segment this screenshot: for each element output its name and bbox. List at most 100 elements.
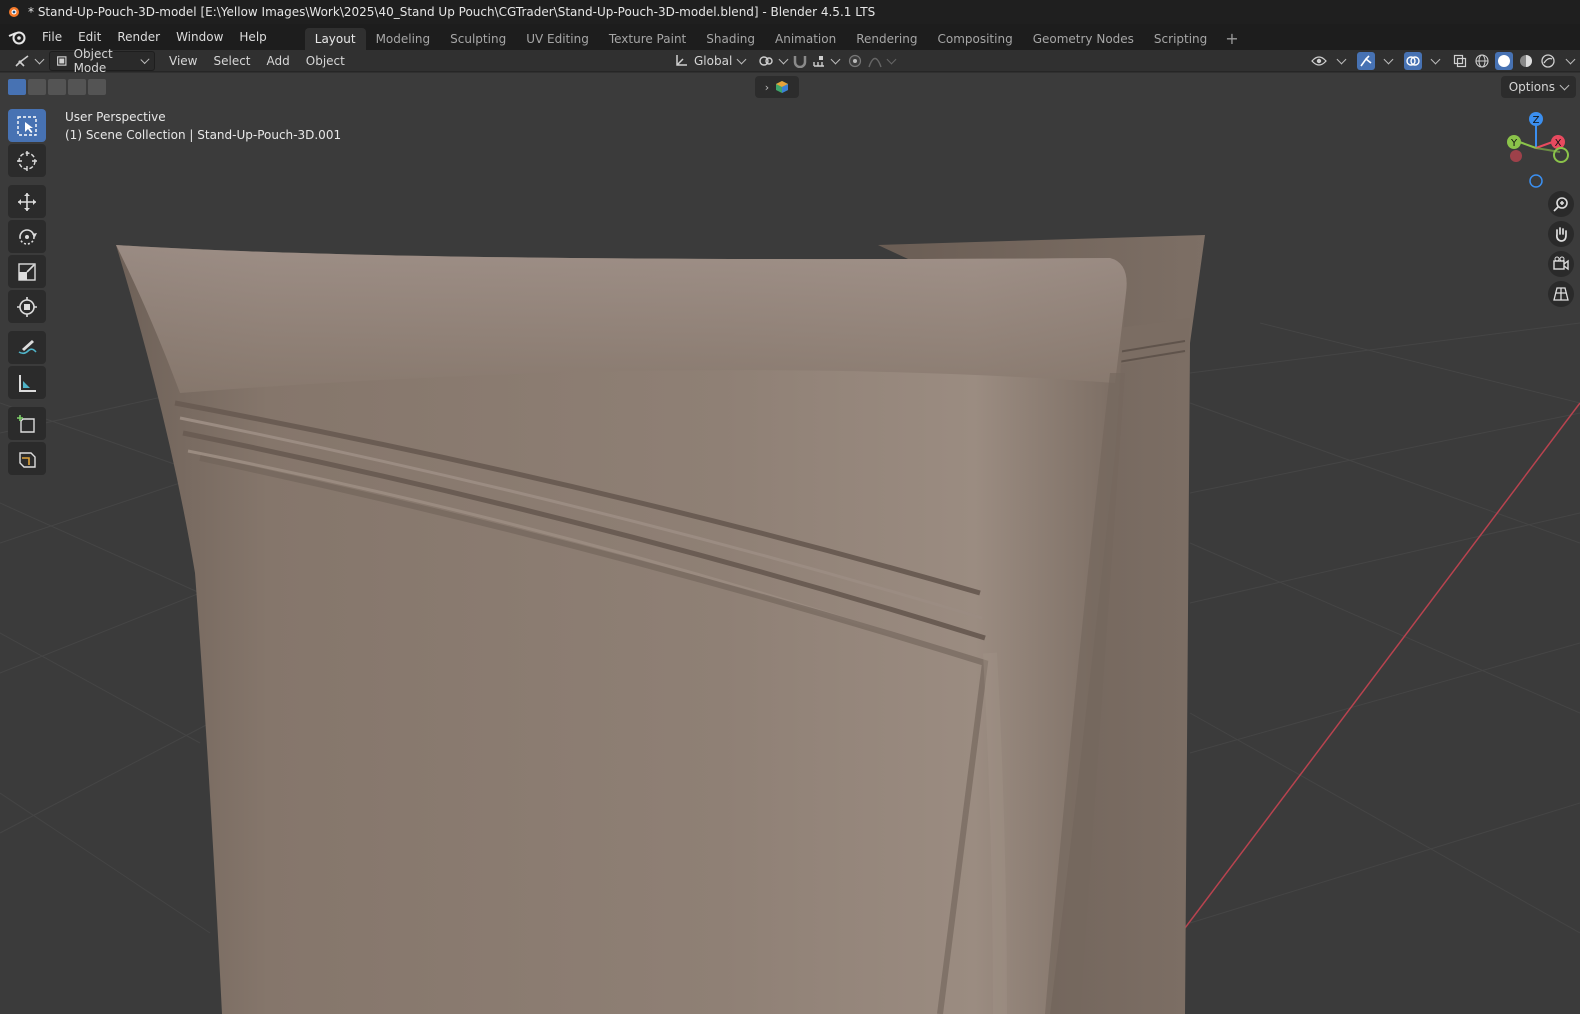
top-menu-bar: File Edit Render Window Help Layout Mode…: [0, 24, 1580, 50]
chevron-down-icon[interactable]: [1336, 54, 1347, 65]
viewport-info: User Perspective (1) Scene Collection | …: [65, 108, 341, 144]
falloff-dropdown[interactable]: [862, 51, 901, 71]
tab-scripting[interactable]: Scripting: [1144, 28, 1217, 50]
chevron-down-icon: [736, 54, 747, 64]
menu-select[interactable]: Select: [207, 51, 256, 71]
blender-logo-icon: [9, 7, 19, 17]
falloff-curve-icon: [868, 57, 882, 67]
wireframe-shading-icon[interactable]: [1473, 52, 1491, 70]
perspective-toggle-button[interactable]: [1548, 281, 1574, 307]
zoom-icon: [1553, 197, 1568, 212]
snap-target-dropdown[interactable]: [806, 51, 845, 71]
workspace-tabs: Layout Modeling Sculpting UV Editing Tex…: [304, 24, 1247, 50]
mode-label: Object Mode: [73, 46, 113, 75]
tool-shelf: [8, 109, 48, 477]
tab-sculpting[interactable]: Sculpting: [440, 28, 516, 50]
material-preview-icon[interactable]: [1517, 52, 1535, 70]
window-title: * Stand-Up-Pouch-3D-model [E:\Yellow Ima…: [28, 5, 876, 19]
pan-button[interactable]: [1548, 221, 1574, 247]
menu-file[interactable]: File: [34, 24, 70, 50]
orientation-label: Global: [694, 53, 733, 68]
scale-tool[interactable]: [8, 255, 46, 288]
menu-object[interactable]: Object: [300, 51, 351, 71]
chevron-right-icon: ›: [764, 80, 770, 94]
chevron-down-icon[interactable]: [1565, 54, 1576, 65]
tab-geometry-nodes[interactable]: Geometry Nodes: [1023, 28, 1144, 50]
rendered-shading-icon[interactable]: [1539, 52, 1557, 70]
overlays-toggle-icon[interactable]: [1404, 52, 1422, 70]
chevron-down-icon: [830, 54, 841, 64]
blender-menu-icon[interactable]: [0, 24, 34, 50]
collection-label: (1) Scene Collection | Stand-Up-Pouch-3D…: [65, 128, 342, 142]
zoom-button[interactable]: [1548, 191, 1574, 217]
chevron-down-icon[interactable]: [1383, 54, 1394, 65]
menu-window[interactable]: Window: [168, 24, 231, 50]
scale-icon: [18, 262, 36, 281]
chevron-down-icon: [34, 54, 45, 64]
svg-text:Z: Z: [1533, 115, 1540, 126]
menu-add[interactable]: Add: [261, 51, 296, 71]
viewport-header: Object Mode View Select Add Object Globa…: [0, 47, 1580, 75]
camera-view-button[interactable]: [1548, 251, 1574, 277]
select-box-tool[interactable]: [8, 109, 46, 142]
gizmo-toggle-icon[interactable]: [1357, 52, 1375, 70]
hand-icon: [1555, 227, 1567, 242]
tab-modeling[interactable]: Modeling: [366, 28, 441, 50]
move-tool[interactable]: [8, 185, 46, 218]
options-label: Options: [1508, 80, 1555, 94]
annotate-tool[interactable]: [8, 331, 46, 364]
tab-uv-editing[interactable]: UV Editing: [516, 28, 599, 50]
rotate-tool[interactable]: [8, 220, 46, 253]
options-dropdown[interactable]: Options: [1500, 76, 1576, 98]
select-new-icon[interactable]: [8, 79, 26, 95]
cube-color-icon: [776, 81, 789, 93]
mode-dropdown[interactable]: Object Mode: [49, 47, 155, 75]
orientation-axes-icon: [676, 54, 687, 66]
object-mode-icon: [57, 55, 67, 66]
chevron-down-icon: [1559, 80, 1570, 91]
snap-increment-icon: [813, 55, 824, 67]
tab-animation[interactable]: Animation: [765, 28, 846, 50]
transform-tool[interactable]: [8, 290, 46, 323]
measure-tool[interactable]: [8, 366, 46, 399]
menu-help[interactable]: Help: [231, 24, 274, 50]
solid-shading-icon[interactable]: [1495, 52, 1513, 70]
3d-viewport[interactable]: › Options User Perspective (1) Scene Col…: [0, 73, 1580, 1014]
select-subtract-icon[interactable]: [48, 79, 66, 95]
tab-rendering[interactable]: Rendering: [846, 28, 927, 50]
selection-mode-buttons: [8, 79, 106, 95]
navigation-gizmo[interactable]: Z Y X: [1502, 107, 1572, 189]
tab-layout[interactable]: Layout: [304, 28, 366, 50]
chevron-down-icon: [140, 54, 150, 64]
editor-type-button[interactable]: [8, 51, 49, 71]
tab-texture-paint[interactable]: Texture Paint: [599, 28, 696, 50]
chevron-down-icon[interactable]: [1430, 54, 1441, 65]
visibility-eye-icon[interactable]: [1310, 52, 1328, 70]
transform-icon: [17, 296, 37, 317]
transform-orientation-dropdown[interactable]: Global: [668, 51, 751, 71]
add-cube-icon: [17, 414, 35, 433]
asset-shelf-expander[interactable]: ›: [755, 76, 799, 98]
pivot-icon: [759, 55, 773, 66]
chevron-down-icon: [886, 54, 897, 64]
title-bar: * Stand-Up-Pouch-3D-model [E:\Yellow Ima…: [0, 0, 1580, 24]
measure-icon: [19, 374, 36, 392]
select-intersect-icon[interactable]: [88, 79, 106, 95]
add-primitive-tool[interactable]: [8, 442, 46, 475]
select-box-icon: [17, 115, 37, 136]
xray-toggle-icon[interactable]: [1451, 52, 1469, 70]
menu-view[interactable]: View: [163, 51, 203, 71]
annotate-icon: [18, 339, 37, 354]
rotate-icon: [19, 228, 37, 245]
cursor-tool[interactable]: [8, 144, 46, 177]
editor-type-icon: [15, 54, 29, 67]
tab-compositing[interactable]: Compositing: [927, 28, 1022, 50]
perspective-label: User Perspective: [65, 110, 166, 124]
proportional-editing-icon: [848, 54, 862, 67]
select-extend-icon[interactable]: [28, 79, 46, 95]
tab-shading[interactable]: Shading: [696, 28, 765, 50]
add-workspace-plus-icon[interactable]: +: [1217, 28, 1246, 50]
cursor-icon: [17, 150, 37, 171]
add-cube-tool[interactable]: [8, 407, 46, 440]
select-invert-icon[interactable]: [68, 79, 86, 95]
